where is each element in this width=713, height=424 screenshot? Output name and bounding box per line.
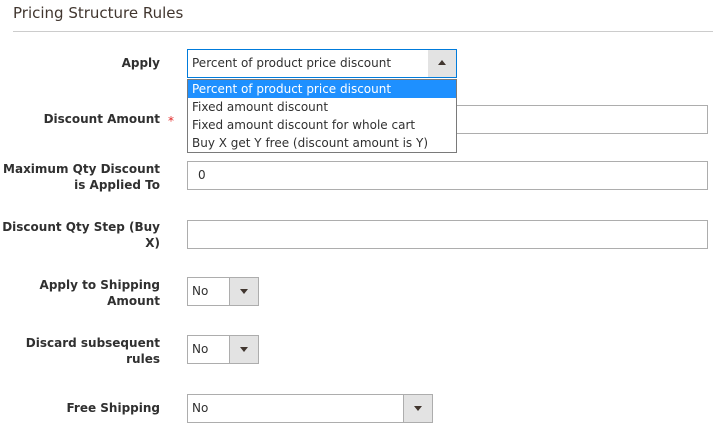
apply-option-fixed-cart[interactable]: Fixed amount discount for whole cart [188,116,456,134]
free-shipping-value: No [192,401,209,415]
apply-select-toggle[interactable] [428,50,456,77]
discard-subsequent-label-line2: rules [126,352,160,366]
section-title: Pricing Structure Rules [13,4,184,22]
discount-qty-step-input[interactable] [187,220,708,249]
apply-to-shipping-label-line2: Amount [107,294,160,308]
apply-to-shipping-toggle[interactable] [229,278,258,305]
discount-amount-label: Discount Amount [43,112,160,126]
chevron-down-icon [240,347,248,352]
apply-to-shipping-label-line1: Apply to Shipping [39,278,160,292]
chevron-up-icon [438,60,446,65]
max-qty-discount-label-line2: is Applied To [74,178,160,192]
discount-qty-step-label: Discount Qty Step (Buy X) [0,219,160,251]
apply-option-percent[interactable]: Percent of product price discount [188,80,456,98]
chevron-down-icon [240,289,248,294]
discount-qty-step-label-line2: X) [145,236,160,250]
apply-to-shipping-select[interactable]: No [187,277,259,306]
max-qty-discount-label: Maximum Qty Discount is Applied To [0,161,160,193]
apply-select-value: Percent of product price discount [192,56,392,70]
apply-select[interactable]: Percent of product price discount [187,49,457,78]
free-shipping-toggle[interactable] [403,395,432,422]
free-shipping-label: Free Shipping [66,401,160,415]
discard-subsequent-label-line1: Discard subsequent [25,336,160,350]
apply-option-buy-x-get-y[interactable]: Buy X get Y free (discount amount is Y) [188,134,456,152]
section-divider [13,31,713,32]
apply-option-fixed[interactable]: Fixed amount discount [188,98,456,116]
discard-subsequent-toggle[interactable] [229,336,258,363]
discard-subsequent-select[interactable]: No [187,335,259,364]
free-shipping-select[interactable]: No [187,394,433,423]
apply-dropdown-list: Percent of product price discount Fixed … [187,79,457,153]
chevron-down-icon [414,406,422,411]
max-qty-discount-label-line1: Maximum Qty Discount [3,162,160,176]
max-qty-discount-input[interactable]: 0 [187,161,708,190]
discount-qty-step-label-line1: Discount Qty Step (Buy [2,220,160,234]
required-marker: * [168,114,174,128]
apply-to-shipping-label: Apply to Shipping Amount [0,277,160,309]
discard-subsequent-label: Discard subsequent rules [0,335,160,367]
apply-label: Apply [121,56,160,70]
